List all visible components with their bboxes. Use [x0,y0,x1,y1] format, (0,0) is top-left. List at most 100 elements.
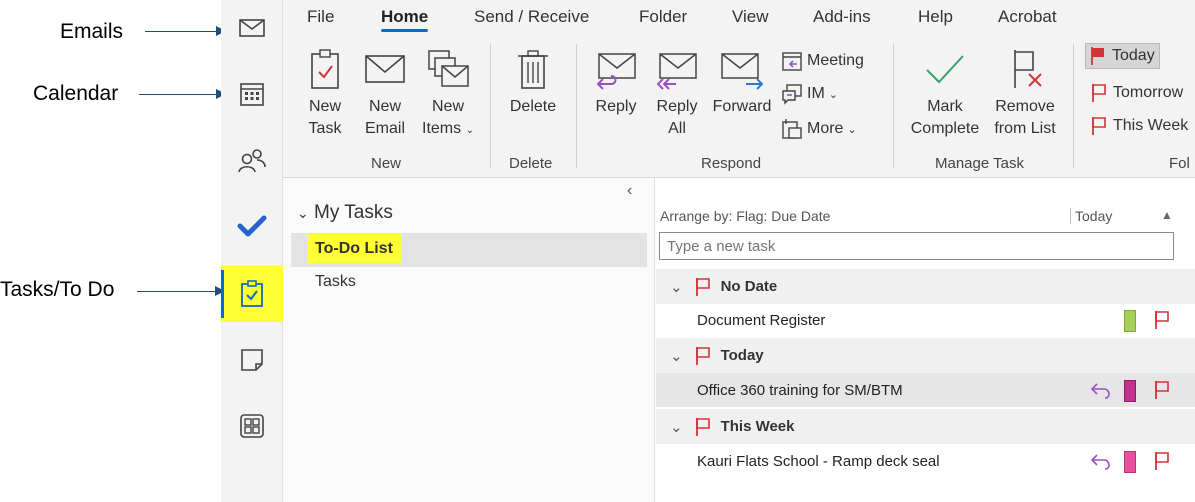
new-email-button[interactable]: New Email [361,48,409,140]
folder-todo-list-label: To-Do List [307,234,401,263]
task-row[interactable]: Kauri Flats School - Ramp deck seal [656,444,1195,478]
collapse-pane-icon[interactable]: ‹ [627,182,632,200]
meeting-icon [782,52,802,71]
reply-all-label-2: All [668,120,686,137]
my-tasks-label: My Tasks [314,202,393,223]
new-items-icon [428,50,469,87]
task-title: Document Register [697,311,826,329]
tab-help[interactable]: Help [918,7,953,27]
mark-complete-button[interactable]: Mark Complete [907,48,983,140]
annotation-arrow-tasks [137,286,225,296]
ribbon-tabs: File Home Send / Receive Folder View Add… [283,0,1195,36]
tab-send-receive[interactable]: Send / Receive [474,7,589,27]
flag-this-week-button[interactable]: This Week [1087,114,1192,138]
more-button[interactable]: More ⌄ [781,118,857,140]
remove-from-list-label-1: Remove [995,98,1055,115]
flag-icon[interactable] [1154,380,1170,400]
delete-label: Delete [509,98,557,115]
nav-apps[interactable] [221,398,283,454]
apps-icon [240,414,264,438]
remove-from-list-button[interactable]: Remove from List [989,48,1061,140]
flag-tomorrow-button[interactable]: Tomorrow [1087,81,1187,105]
new-email-label-1: New [368,98,401,115]
category-color-swatch [1124,451,1136,473]
new-task-label-1: New [308,98,341,115]
flag-this-week-label: This Week [1113,117,1189,134]
group-label: Today [720,347,764,364]
nav-calendar[interactable] [221,66,283,122]
nav-todo[interactable] [221,198,283,254]
chevron-down-icon: ⌄ [297,205,309,221]
new-task-input[interactable] [659,232,1174,260]
people-icon [238,149,266,173]
new-email-label-2: Email [364,120,405,137]
separator [1073,44,1074,168]
tab-add-ins[interactable]: Add-ins [813,7,871,27]
reply-all-label-1: Reply [656,98,698,115]
flag-today-button[interactable]: Today [1085,43,1160,69]
my-tasks-header[interactable]: ⌄ My Tasks [297,202,393,224]
annotation-arrow-emails [145,26,226,36]
delete-button[interactable]: Delete [505,48,561,118]
reply-icon [1090,383,1110,399]
flag-icon[interactable] [1154,310,1170,330]
tab-view[interactable]: View [732,7,769,27]
meeting-button[interactable]: Meeting [781,50,864,72]
forward-icon [721,53,764,90]
new-items-label-1: New [431,98,464,115]
group-header-today[interactable]: ⌄ Today [656,338,1195,373]
folder-tasks-label: Tasks [315,273,356,290]
category-color-swatch [1124,380,1136,402]
task-row[interactable]: Document Register [656,303,1195,337]
folder-tasks[interactable]: Tasks [291,266,647,300]
nav-notes[interactable] [221,332,283,388]
follow-up-group-label: Fol [1169,155,1190,172]
reply-icon [596,53,636,90]
new-task-icon [311,49,339,89]
annotation-emails: Emails [60,20,124,43]
tab-acrobat[interactable]: Acrobat [998,7,1057,27]
tab-home[interactable]: Home [381,7,429,32]
new-items-button[interactable]: New Items ⌄ [421,48,475,142]
chevron-down-icon: ⌄ [465,125,474,136]
ribbon: File Home Send / Receive Folder View Add… [283,0,1195,178]
nav-mail[interactable] [221,0,283,56]
checkmark-icon [926,55,964,84]
flag-icon[interactable] [1154,451,1170,471]
arrange-by-header[interactable]: Arrange by: Flag: Due Date [660,208,830,224]
trash-icon [518,50,548,89]
annotation-calendar: Calendar [33,82,119,105]
respond-group-label: Respond [701,155,762,172]
more-label: More [807,120,844,137]
tasks-icon [241,280,263,307]
nav-people[interactable] [221,132,283,188]
nav-tasks[interactable] [221,266,283,322]
meeting-label: Meeting [807,52,864,69]
new-items-label-text: Items [422,120,462,137]
forward-button[interactable]: Forward [710,48,774,118]
reply-all-button[interactable]: Reply All [652,48,702,140]
annotation-arrow-calendar [139,89,226,99]
tab-file[interactable]: File [307,7,334,27]
folder-todo-list[interactable]: To-Do List [291,233,647,267]
task-title: Kauri Flats School - Ramp deck seal [697,452,940,470]
im-icon [782,84,802,105]
reply-button[interactable]: Reply [590,48,642,118]
im-button[interactable]: IM ⌄ [781,83,838,105]
category-color-swatch [1124,310,1136,332]
chevron-down-icon: ⌄ [670,278,683,296]
im-label: IM [807,85,825,102]
group-header-this-week[interactable]: ⌄ This Week [656,409,1195,444]
task-row[interactable]: Office 360 training for SM/BTM [656,373,1195,407]
task-title: Office 360 training for SM/BTM [697,381,903,399]
new-task-button[interactable]: New Task [303,48,347,140]
sort-ascending-icon[interactable]: ▲ [1161,208,1173,222]
tab-folder[interactable]: Folder [639,7,687,27]
chevron-down-icon: ⌄ [670,347,683,365]
group-header-no-date[interactable]: ⌄ No Date [656,269,1195,304]
new-items-label-2: Items ⌄ [421,118,475,142]
new-group-label: New [371,155,402,172]
arrange-column-header[interactable]: Today [1070,208,1112,224]
flag-icon [695,346,710,365]
group-label: This Week [720,418,795,435]
